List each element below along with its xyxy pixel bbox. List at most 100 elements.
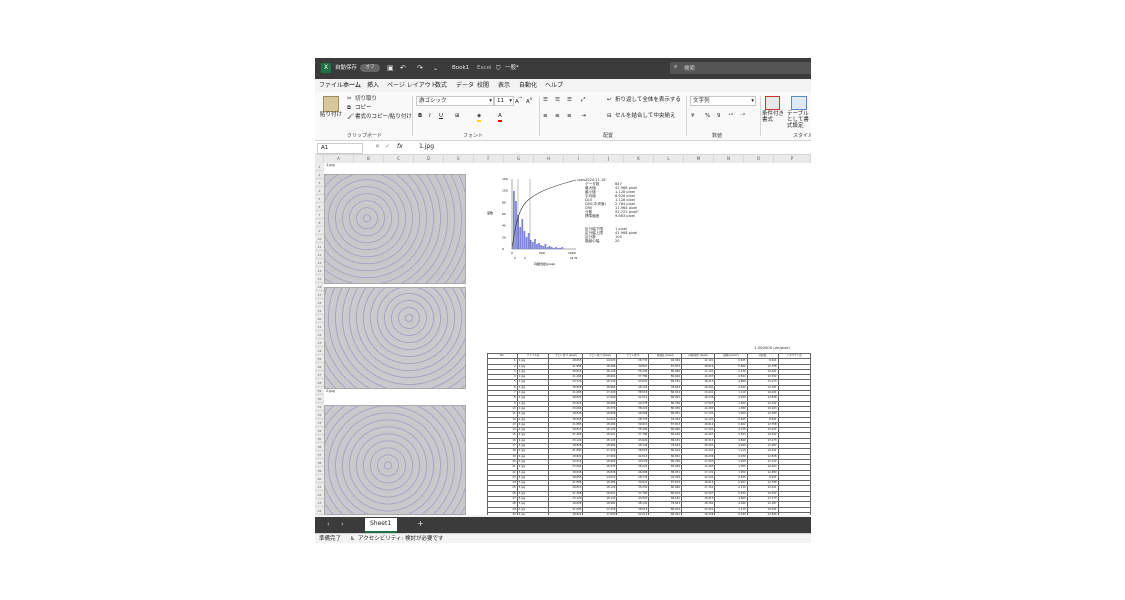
sheet-tab-sheet1[interactable]: Sheet1: [365, 518, 397, 533]
row-header[interactable]: 39: [315, 467, 324, 475]
table-cell[interactable]: 18.822: [548, 511, 584, 515]
row-header[interactable]: 33: [315, 419, 324, 427]
row-header[interactable]: 13: [315, 259, 324, 267]
microscope-image-3[interactable]: [324, 405, 466, 515]
accessibility-status[interactable]: アクセシビリティ: 検討が必要です: [358, 534, 444, 543]
column-header[interactable]: E: [444, 155, 474, 163]
font-color-icon[interactable]: A: [498, 112, 502, 122]
align-middle-icon[interactable]: ☰: [555, 96, 560, 104]
tab-insert[interactable]: 挿入: [367, 79, 379, 92]
cancel-icon[interactable]: ✕: [375, 143, 380, 150]
increase-decimal-icon[interactable]: ⁺⁰: [728, 112, 733, 120]
column-header[interactable]: A: [324, 155, 354, 163]
column-header[interactable]: J: [594, 155, 624, 163]
tab-home[interactable]: ホーム: [343, 79, 361, 93]
row-header[interactable]: 32: [315, 411, 324, 419]
row-header[interactable]: 20: [315, 315, 324, 323]
microscope-image-2[interactable]: [324, 287, 466, 389]
table-cell[interactable]: 12.848: [746, 511, 779, 515]
row-header[interactable]: 43: [315, 499, 324, 507]
save-icon[interactable]: ▣: [387, 58, 394, 79]
row-header[interactable]: 16: [315, 283, 324, 291]
column-header[interactable]: L: [654, 155, 684, 163]
tab-file[interactable]: ファイル: [319, 79, 343, 92]
add-sheet-button[interactable]: +: [417, 519, 424, 528]
insert-function-icon[interactable]: fx: [397, 143, 403, 150]
row-header[interactable]: 41: [315, 483, 324, 491]
column-header[interactable]: B: [354, 155, 384, 163]
results-table[interactable]: No. ファイル名 フェレ径 X (pixel) フェレ径 Y (pixel) フェレ径…: [487, 352, 811, 515]
row-header[interactable]: 23: [315, 339, 324, 347]
column-header[interactable]: M: [684, 155, 714, 163]
microscope-image-1[interactable]: [324, 174, 466, 284]
percent-icon[interactable]: %: [705, 112, 710, 120]
column-header[interactable]: C: [384, 155, 414, 163]
row-header[interactable]: 36: [315, 443, 324, 451]
align-top-icon[interactable]: ☰: [543, 96, 548, 104]
paste-icon[interactable]: [323, 96, 339, 112]
column-header[interactable]: G: [504, 155, 534, 163]
wrap-text-icon[interactable]: ↵: [607, 96, 612, 104]
orientation-icon[interactable]: ⤢: [581, 96, 585, 104]
column-header[interactable]: O: [744, 155, 774, 163]
row-header[interactable]: 25: [315, 355, 324, 363]
row-header[interactable]: 3: [315, 179, 324, 187]
accessibility-icon[interactable]: ♿: [350, 534, 355, 543]
cut-icon[interactable]: ✂: [347, 95, 352, 103]
copy-button[interactable]: コピー: [355, 104, 372, 112]
tab-page-layout[interactable]: ページ レイアウト: [387, 79, 437, 92]
row-header[interactable]: 11: [315, 243, 324, 251]
row-header[interactable]: 26: [315, 363, 324, 371]
row-header[interactable]: 24: [315, 347, 324, 355]
column-header[interactable]: K: [624, 155, 654, 163]
row-header[interactable]: 40: [315, 475, 324, 483]
row-header[interactable]: 1: [315, 163, 324, 171]
row-header[interactable]: 22: [315, 331, 324, 339]
autosave-toggle[interactable]: オフ: [360, 64, 380, 72]
row-header[interactable]: 42: [315, 491, 324, 499]
row-header[interactable]: 27: [315, 371, 324, 379]
row-header[interactable]: 29: [315, 387, 324, 395]
sensitivity-label[interactable]: 一般*: [505, 58, 519, 79]
row-header[interactable]: 17: [315, 291, 324, 299]
shrink-font-icon[interactable]: Av: [526, 96, 532, 106]
row-header[interactable]: 21: [315, 323, 324, 331]
row-header[interactable]: 7: [315, 211, 324, 219]
row-header[interactable]: 18: [315, 299, 324, 307]
row-header[interactable]: 37: [315, 451, 324, 459]
column-header[interactable]: F: [474, 155, 504, 163]
format-painter-icon[interactable]: 🖌: [347, 113, 354, 121]
table-cell[interactable]: 3.jpg: [516, 511, 550, 515]
font-size-select[interactable]: 11 ▾: [494, 96, 514, 106]
underline-icon[interactable]: U: [439, 112, 443, 120]
search-box[interactable]: ⌕ 検索: [670, 62, 811, 74]
tab-formulas[interactable]: 数式: [435, 79, 447, 92]
row-header[interactable]: 2: [315, 171, 324, 179]
undo-icon[interactable]: ↶: [400, 58, 406, 79]
redo-icon[interactable]: ↷: [417, 58, 423, 79]
merge-center-icon[interactable]: ⊟: [607, 112, 612, 120]
tab-view[interactable]: 表示: [498, 79, 510, 92]
align-bottom-icon[interactable]: ☰: [567, 96, 572, 104]
cell-a1[interactable]: 1.jpg: [326, 163, 335, 167]
paste-button[interactable]: 貼り付け: [320, 111, 342, 119]
select-all-corner[interactable]: [315, 155, 324, 163]
row-header[interactable]: 4: [315, 187, 324, 195]
formula-input[interactable]: 1.jpg: [419, 143, 434, 150]
row-header[interactable]: 10: [315, 235, 324, 243]
cut-button[interactable]: 切り取り: [355, 95, 377, 103]
tab-help[interactable]: ヘルプ: [545, 79, 563, 92]
row-header[interactable]: 30: [315, 395, 324, 403]
worksheet-grid[interactable]: 1.jpg 2.jpg 120 100 80 60 40 20 0 100% 度数 0 50…: [324, 163, 811, 515]
number-format-select[interactable]: 文字列 ▾: [690, 96, 756, 106]
row-header[interactable]: 38: [315, 459, 324, 467]
enter-icon[interactable]: ✓: [385, 143, 390, 150]
decrease-decimal-icon[interactable]: ⁻⁰: [740, 112, 745, 120]
table-cell[interactable]: 16.236: [680, 511, 716, 515]
align-left-icon[interactable]: ≡: [543, 112, 548, 120]
row-header[interactable]: 31: [315, 403, 324, 411]
tab-automate[interactable]: 自動化: [519, 79, 537, 92]
tab-review[interactable]: 校閲: [477, 79, 489, 92]
table-cell[interactable]: 0.039: [714, 511, 748, 515]
row-header[interactable]: 12: [315, 251, 324, 259]
